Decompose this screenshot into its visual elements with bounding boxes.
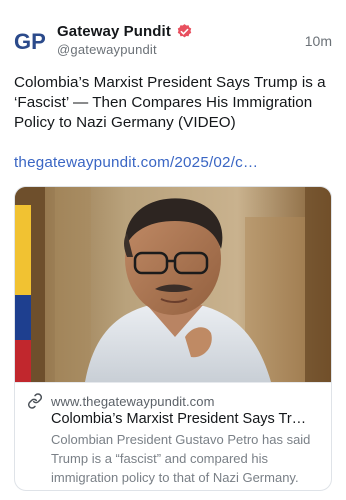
card-meta[interactable]: www.thegatewaypundit.com Colombia’s Marx… [15, 382, 331, 490]
author-display-name[interactable]: Gateway Pundit [57, 23, 171, 40]
post-timestamp[interactable]: 10m [305, 33, 332, 49]
post-header: GP Gateway Pundit @gatewaypundit 10m [0, 0, 346, 70]
card-domain: www.thegatewaypundit.com [51, 393, 215, 409]
avatar-text: GP [14, 29, 46, 54]
post-text: Colombia’s Marxist President Says Trump … [14, 74, 326, 131]
post[interactable]: GP Gateway Pundit @gatewaypundit 10m Col… [0, 0, 346, 500]
author-handle[interactable]: @gatewaypundit [57, 42, 157, 57]
president-photo [15, 187, 331, 382]
post-link[interactable]: thegatewaypundit.com/2025/02/c… [14, 153, 336, 173]
verified-badge-icon [177, 23, 192, 37]
link-preview-card[interactable]: www.thegatewaypundit.com Colombia’s Marx… [14, 186, 332, 491]
gp-logo-icon: GP [14, 29, 46, 54]
link-icon [27, 393, 43, 409]
card-image[interactable] [15, 187, 331, 382]
avatar[interactable]: GP [14, 28, 46, 56]
card-description: Colombian President Gustavo Petro has sa… [51, 432, 311, 485]
card-title[interactable]: Colombia’s Marxist President Says Tr… [51, 410, 321, 428]
